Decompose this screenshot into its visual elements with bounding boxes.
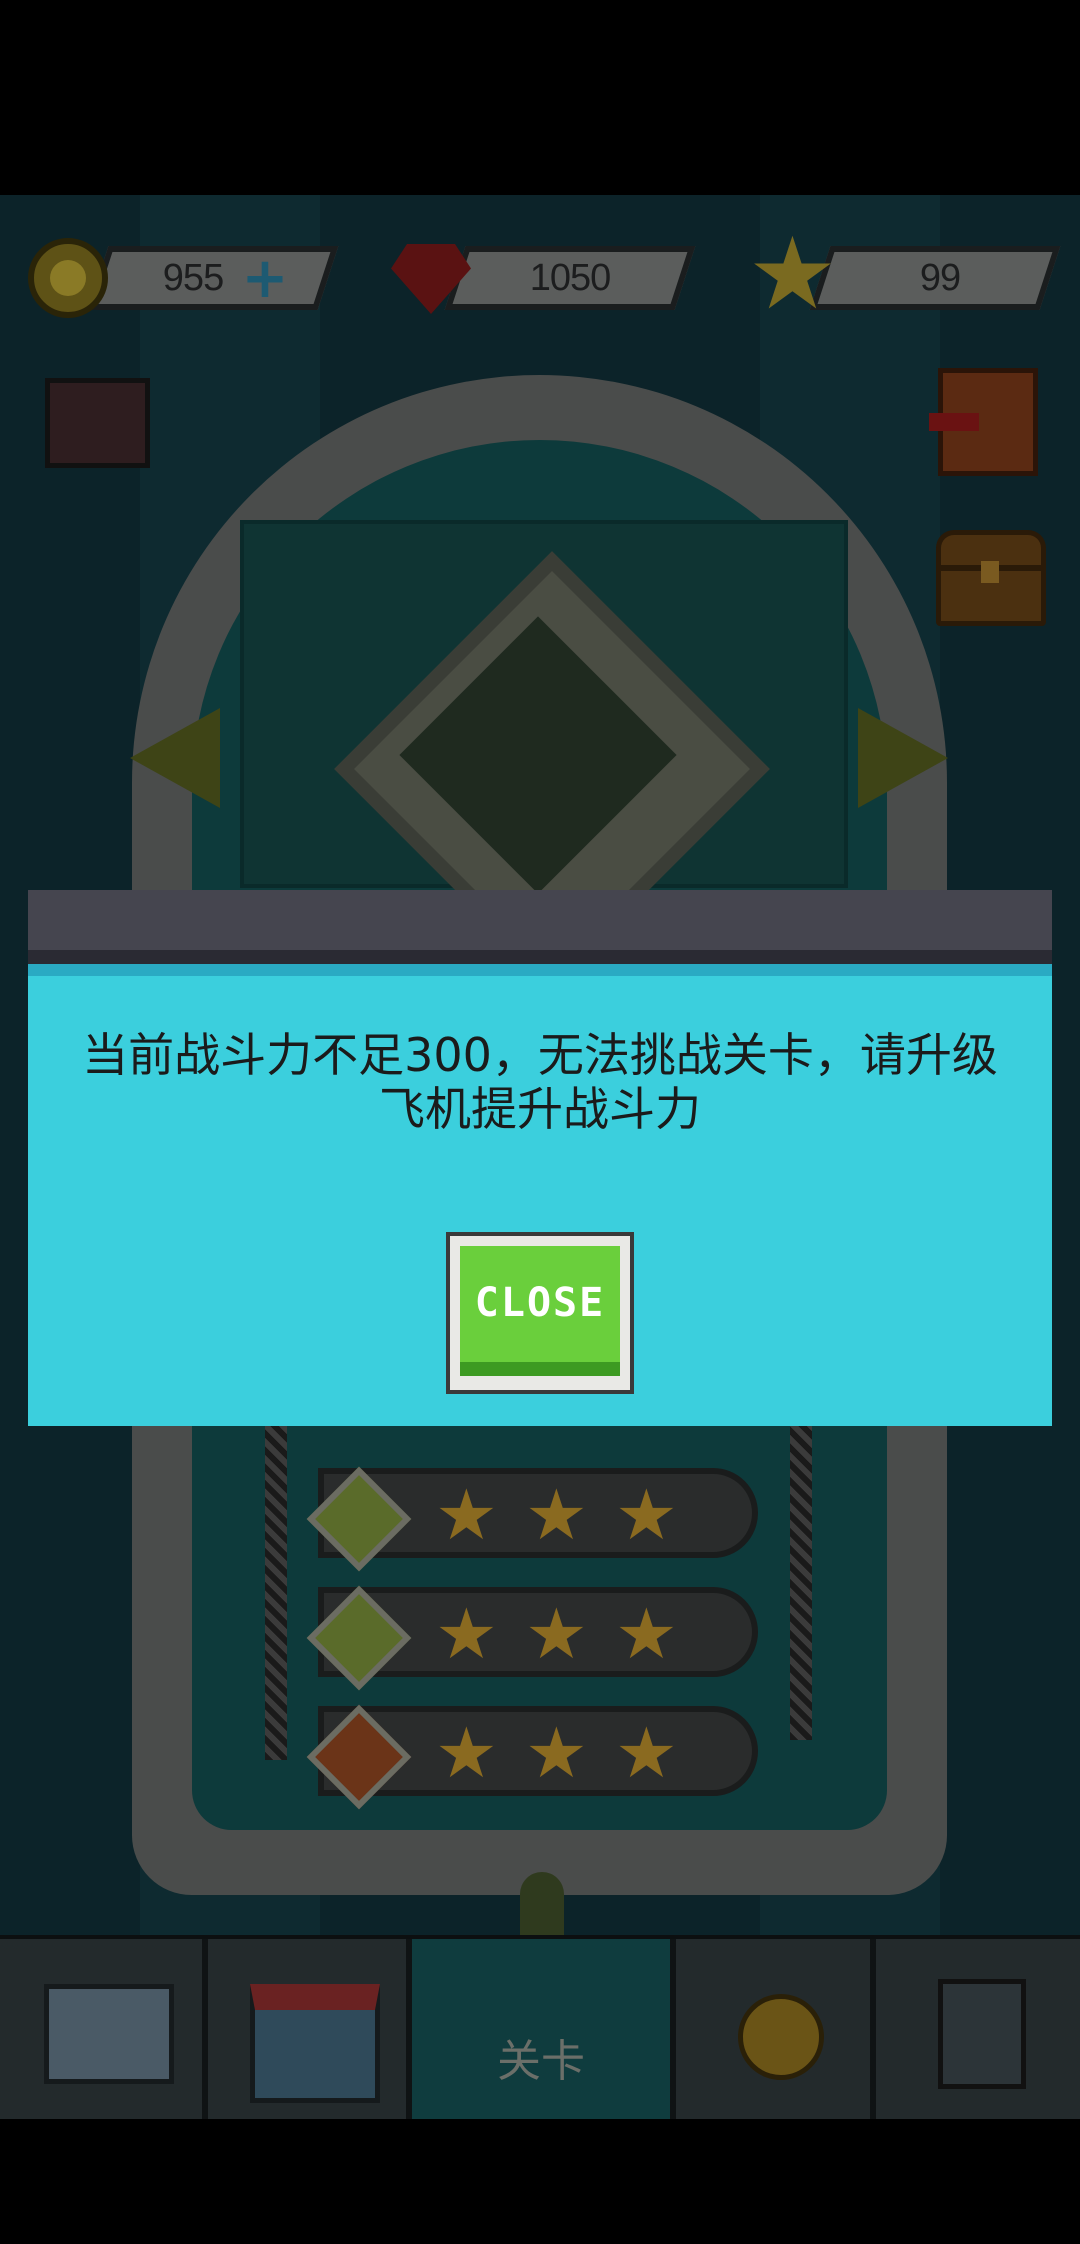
nav-stages[interactable]: 关卡 [412, 1939, 676, 2119]
level-row[interactable]: ★ ★ ★ [0, 1704, 1080, 1810]
dialog-message: 当前战斗力不足300，无法挑战关卡，请升级飞机提升战斗力 [82, 1028, 998, 1136]
close-button-label: CLOSE [474, 1280, 606, 1326]
plus-icon[interactable]: + [240, 251, 290, 307]
level-row[interactable]: ★ ★ ★ [0, 1585, 1080, 1691]
dialog-header [28, 890, 1052, 950]
star-icon: ★ [615, 1474, 678, 1556]
star-count: 99 [919, 257, 961, 299]
gem-count: 1050 [529, 257, 612, 299]
nav-rewards[interactable] [676, 1939, 876, 2119]
hangar-icon [44, 1984, 174, 2084]
bottom-nav: 关卡 [0, 1935, 1080, 2119]
video-ad-icon[interactable] [45, 378, 150, 468]
star-icon: ★ [747, 215, 838, 332]
nav-stages-label: 关卡 [497, 2036, 585, 2087]
shop-icon [250, 1984, 380, 2103]
nav-tasks[interactable] [876, 1939, 1080, 2119]
prev-stage-arrow-icon[interactable] [130, 708, 220, 808]
star-icon: ★ [615, 1593, 678, 1675]
coin-icon [28, 238, 108, 318]
star-icon: ★ [525, 1474, 588, 1556]
close-button[interactable]: CLOSE [446, 1232, 634, 1394]
coin-count: 955 [162, 257, 224, 299]
star-counter: ★ 99 [745, 215, 1063, 332]
star-icon: ★ [435, 1593, 498, 1675]
level-row[interactable]: ★ ★ ★ [0, 1466, 1080, 1572]
star-icon: ★ [435, 1712, 498, 1794]
treasure-chest-icon[interactable] [936, 530, 1046, 626]
star-icon: ★ [615, 1712, 678, 1794]
task-list-icon [938, 1979, 1026, 2089]
journal-icon[interactable] [929, 368, 1038, 476]
star-icon: ★ [435, 1474, 498, 1556]
star-icon: ★ [525, 1593, 588, 1675]
nav-hangar[interactable] [0, 1939, 208, 2119]
medal-icon [738, 1994, 824, 2080]
coin-counter[interactable]: 955 + [28, 238, 339, 318]
gem-counter[interactable]: 1050 [385, 238, 700, 318]
next-stage-arrow-icon[interactable] [858, 708, 948, 808]
star-icon: ★ [525, 1712, 588, 1794]
dialog-divider [28, 950, 1052, 964]
dialog-accent-bar [28, 964, 1052, 976]
nav-shop[interactable] [208, 1939, 412, 2119]
